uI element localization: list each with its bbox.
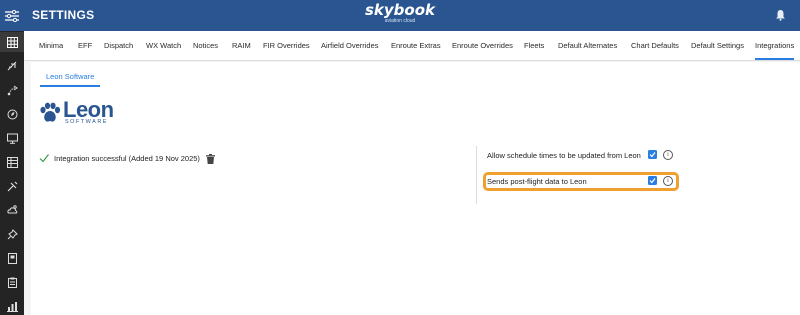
tab-leon-software[interactable]: Leon Software (40, 67, 101, 87)
integrations-panel: Leon Software Leon SOFTWARE Integration … (31, 62, 800, 315)
tab-airfield-overrides[interactable]: Airfield Overrides (321, 31, 379, 60)
settings-sliders-icon[interactable] (0, 0, 24, 31)
brand-name: skybook (364, 1, 436, 19)
tab-enroute-overrides[interactable]: Enroute Overrides (452, 31, 513, 60)
grid-icon[interactable] (0, 32, 24, 52)
option-label: Allow schedule times to be updated from … (487, 150, 641, 160)
settings-tabs: Minima EFF Dispatch WX Watch Notices RAI… (24, 31, 800, 61)
table-icon[interactable] (0, 152, 24, 172)
tools-icon[interactable] (0, 176, 24, 196)
sidebar (0, 31, 24, 315)
info-icon[interactable]: i (663, 150, 673, 160)
tab-notices[interactable]: Notices (193, 31, 218, 60)
logo-subtitle: SOFTWARE (65, 119, 108, 125)
checkbox-schedule-times[interactable] (648, 150, 657, 159)
bell-icon[interactable] (775, 8, 786, 26)
tab-default-alternates[interactable]: Default Alternates (558, 31, 617, 60)
integration-status: Integration successful (Added 19 Nov 202… (39, 152, 200, 164)
tab-fleets[interactable]: Fleets (524, 31, 544, 60)
pin-icon[interactable] (0, 224, 24, 244)
option-post-flight-data: Sends post-flight data to Leon (487, 174, 587, 188)
brand-logo: skybook aviation cloud (365, 3, 435, 24)
paw-icon (40, 102, 61, 122)
tab-wx-watch[interactable]: WX Watch (146, 31, 181, 60)
checkbox-post-flight-data[interactable] (648, 176, 657, 185)
plane-icon[interactable] (0, 56, 24, 76)
status-text: Integration successful (Added 19 Nov 202… (54, 153, 200, 163)
trash-icon[interactable] (206, 151, 215, 169)
monitor-icon[interactable] (0, 128, 24, 148)
option-schedule-times: Allow schedule times to be updated from … (487, 148, 641, 162)
weather-icon[interactable] (0, 200, 24, 220)
compass-icon[interactable] (0, 104, 24, 124)
tab-chart-defaults[interactable]: Chart Defaults (631, 31, 679, 60)
leon-logo: Leon SOFTWARE (39, 97, 119, 126)
tab-dispatch[interactable]: Dispatch (104, 31, 133, 60)
top-bar: SETTINGS skybook aviation cloud (0, 0, 800, 31)
checkmark-icon (649, 178, 656, 184)
route-icon[interactable] (0, 80, 24, 100)
page-title: SETTINGS (32, 8, 95, 22)
bar-chart-icon[interactable] (0, 296, 24, 315)
tab-eff[interactable]: EFF (78, 31, 92, 60)
tab-enroute-extras[interactable]: Enroute Extras (391, 31, 441, 60)
tab-default-settings[interactable]: Default Settings (691, 31, 744, 60)
tab-integrations[interactable]: Integrations (755, 31, 795, 60)
checkmark-icon (649, 152, 656, 158)
tab-raim[interactable]: RAIM (232, 31, 251, 60)
column-divider (476, 146, 477, 204)
app: SETTINGS skybook aviation cloud Minima E… (0, 0, 800, 315)
tab-fir-overrides[interactable]: FIR Overrides (263, 31, 310, 60)
info-icon[interactable]: i (663, 176, 673, 186)
check-icon (39, 154, 49, 163)
option-label: Sends post-flight data to Leon (487, 176, 587, 186)
brand-tagline: aviation cloud (384, 18, 416, 24)
book-icon[interactable] (0, 248, 24, 268)
clipboard-icon[interactable] (0, 272, 24, 292)
tab-minima[interactable]: Minima (39, 31, 63, 60)
